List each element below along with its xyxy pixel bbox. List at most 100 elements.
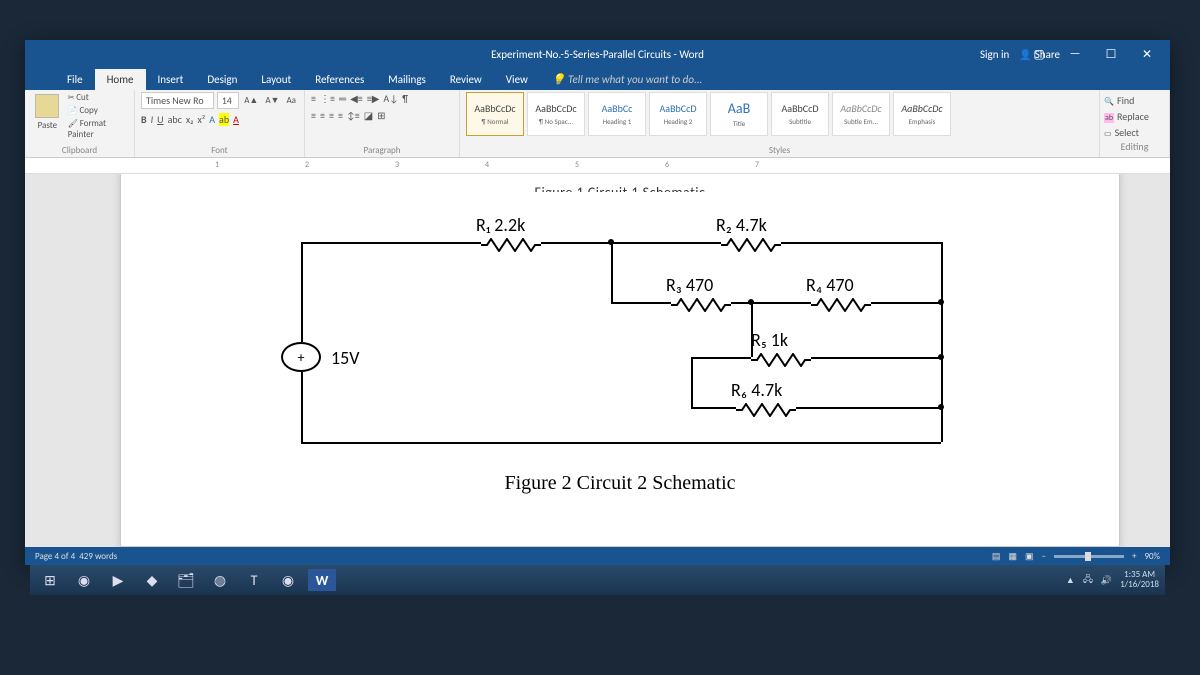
text-effects-icon[interactable]: A bbox=[209, 113, 215, 126]
change-case-icon[interactable]: Aa bbox=[284, 95, 298, 106]
page-count[interactable]: Page 4 of 4 bbox=[35, 551, 75, 562]
line-spacing-icon[interactable]: ↕≡ bbox=[347, 109, 360, 122]
r4-label: R₄ 470 bbox=[806, 274, 854, 296]
numbering-icon[interactable]: ⋮≡ bbox=[320, 92, 335, 105]
r6-label: R₆ 4.7k bbox=[731, 379, 782, 401]
style-heading1[interactable]: AaBbCcHeading 1 bbox=[588, 92, 646, 136]
word-count[interactable]: 429 words bbox=[79, 551, 117, 562]
teams-icon[interactable]: T bbox=[240, 569, 268, 591]
horizontal-ruler[interactable]: 1 2 3 4 5 6 7 bbox=[25, 158, 1170, 174]
show-marks-icon[interactable]: ¶ bbox=[402, 92, 408, 105]
tab-insert[interactable]: Insert bbox=[146, 69, 196, 90]
grow-font-icon[interactable]: A▲ bbox=[242, 95, 260, 106]
tab-design[interactable]: Design bbox=[195, 69, 249, 90]
document-title: Experiment-No.-5-Series-Parallel Circuit… bbox=[491, 48, 704, 61]
tab-layout[interactable]: Layout bbox=[249, 69, 303, 90]
bullets-icon[interactable]: ≡ bbox=[311, 92, 316, 105]
underline-icon[interactable]: U bbox=[157, 113, 163, 126]
replace-button[interactable]: Replace bbox=[1104, 110, 1165, 123]
style-subtle-em[interactable]: AaBbCcDcSubtle Em... bbox=[832, 92, 890, 136]
clipboard-label: Clipboard bbox=[25, 145, 134, 156]
explorer-icon[interactable]: 🗂 bbox=[172, 569, 200, 591]
shrink-font-icon[interactable]: A▼ bbox=[263, 95, 281, 106]
increase-indent-icon[interactable]: ≡▶ bbox=[367, 92, 380, 105]
paragraph-group: ≡ ⋮≡ ═ ◀≡ ≡▶ A↓ ¶ ≡ ≡ ≡ ≡ ↕≡ ◪ ⊞ Paragra… bbox=[305, 90, 460, 157]
style-normal[interactable]: AaBbCcDc¶ Normal bbox=[466, 92, 524, 136]
select-button[interactable]: Select bbox=[1104, 126, 1165, 139]
italic-icon[interactable]: I bbox=[151, 113, 154, 126]
decrease-indent-icon[interactable]: ◀≡ bbox=[350, 92, 363, 105]
ribbon: Paste Cut Copy Format Painter Clipboard … bbox=[25, 90, 1170, 158]
format-painter-button[interactable]: Format Painter bbox=[68, 118, 128, 140]
volume-icon[interactable]: 🔊 bbox=[1101, 575, 1112, 586]
style-title[interactable]: AaBTitle bbox=[710, 92, 768, 136]
app-icon[interactable]: ◆ bbox=[138, 569, 166, 591]
cut-button[interactable]: Cut bbox=[68, 92, 128, 103]
borders-icon[interactable]: ⊞ bbox=[377, 109, 385, 122]
zoom-slider[interactable] bbox=[1054, 555, 1124, 558]
media-player-icon[interactable]: ▶ bbox=[104, 569, 132, 591]
paste-icon bbox=[35, 94, 59, 118]
editing-group: Find Replace Select Editing bbox=[1100, 90, 1170, 157]
zoom-level[interactable]: 90% bbox=[1144, 551, 1160, 562]
tab-review[interactable]: Review bbox=[438, 69, 494, 90]
windows-taskbar: ⊞ ◉ ▶ ◆ 🗂 ◍ T ◉ W ▲ 🖧 🔊 1:35 AM 1/16/201… bbox=[30, 565, 1165, 595]
find-button[interactable]: Find bbox=[1104, 94, 1165, 107]
font-size-combo[interactable]: 14 bbox=[217, 92, 240, 109]
style-emphasis[interactable]: AaBbCcDcEmphasis bbox=[893, 92, 951, 136]
start-button[interactable]: ⊞ bbox=[36, 569, 64, 591]
strikethrough-icon[interactable]: abc bbox=[168, 113, 182, 126]
paragraph-label: Paragraph bbox=[305, 145, 459, 156]
read-mode-icon[interactable]: ▤ bbox=[992, 551, 1001, 562]
print-layout-icon[interactable]: ▦ bbox=[1008, 551, 1017, 562]
tray-up-icon[interactable]: ▲ bbox=[1066, 575, 1075, 586]
tab-mailings[interactable]: Mailings bbox=[376, 69, 438, 90]
circuit-diagram: + 15V R₁ 2.2k R₂ 4.7k R₃ 470 bbox=[261, 202, 1019, 462]
shading-icon[interactable]: ◪ bbox=[364, 109, 373, 122]
multilevel-icon[interactable]: ═ bbox=[339, 92, 346, 105]
tab-view[interactable]: View bbox=[494, 69, 540, 90]
r1-label: R₁ 2.2k bbox=[476, 214, 525, 236]
sort-icon[interactable]: A↓ bbox=[383, 92, 398, 105]
align-right-icon[interactable]: ≡ bbox=[329, 109, 334, 122]
system-clock[interactable]: 1:35 AM 1/16/2018 bbox=[1120, 570, 1159, 590]
maximize-icon[interactable]: ☐ bbox=[1096, 47, 1126, 62]
close-icon[interactable]: ✕ bbox=[1132, 47, 1162, 62]
style-no-spacing[interactable]: AaBbCcDc¶ No Spac... bbox=[527, 92, 585, 136]
align-center-icon[interactable]: ≡ bbox=[320, 109, 325, 122]
document-area[interactable]: Figure 1 Circuit 1 Schematic + 15V R₁ 2.… bbox=[25, 174, 1170, 547]
font-color-icon[interactable]: A bbox=[233, 113, 239, 126]
sign-in-link[interactable]: Sign in bbox=[980, 48, 1009, 61]
copy-button[interactable]: Copy bbox=[68, 105, 128, 116]
tab-file[interactable]: File bbox=[55, 69, 95, 90]
font-name-combo[interactable]: Times New Ro bbox=[141, 92, 214, 109]
bold-icon[interactable]: B bbox=[141, 113, 147, 126]
figure-caption: Figure 2 Circuit 2 Schematic bbox=[161, 472, 1079, 495]
source-label: 15V bbox=[331, 347, 359, 369]
app-icon-2[interactable]: ◍ bbox=[206, 569, 234, 591]
web-layout-icon[interactable]: ▣ bbox=[1025, 551, 1034, 562]
align-left-icon[interactable]: ≡ bbox=[311, 109, 316, 122]
zoom-in-icon[interactable]: + bbox=[1132, 551, 1136, 562]
zoom-out-icon[interactable]: − bbox=[1041, 551, 1045, 562]
minimize-icon[interactable]: — bbox=[1060, 47, 1090, 61]
word-taskbar-icon[interactable]: W bbox=[308, 569, 336, 591]
truncated-prev-caption: Figure 1 Circuit 1 Schematic bbox=[161, 180, 1079, 192]
ribbon-tabs: File Home Insert Design Layout Reference… bbox=[25, 68, 1170, 90]
superscript-icon[interactable]: x² bbox=[198, 113, 206, 126]
justify-icon[interactable]: ≡ bbox=[338, 109, 343, 122]
chrome-icon-2[interactable]: ◉ bbox=[274, 569, 302, 591]
tab-references[interactable]: References bbox=[303, 69, 376, 90]
tab-home[interactable]: Home bbox=[95, 69, 146, 90]
highlight-icon[interactable]: ab bbox=[219, 113, 229, 126]
word-window: Experiment-No.-5-Series-Parallel Circuit… bbox=[25, 40, 1170, 565]
style-heading2[interactable]: AaBbCcDHeading 2 bbox=[649, 92, 707, 136]
styles-group: AaBbCcDc¶ Normal AaBbCcDc¶ No Spac... Aa… bbox=[460, 90, 1100, 157]
paste-button[interactable]: Paste bbox=[31, 92, 64, 140]
subscript-icon[interactable]: x₂ bbox=[186, 113, 194, 126]
chrome-icon[interactable]: ◉ bbox=[70, 569, 98, 591]
style-subtitle[interactable]: AaBbCcDSubtitle bbox=[771, 92, 829, 136]
tell-me-box[interactable]: 💡 Tell me what you want to do... bbox=[540, 69, 714, 90]
network-icon[interactable]: 🖧 bbox=[1083, 572, 1093, 588]
share-button[interactable]: Share bbox=[1019, 48, 1060, 61]
